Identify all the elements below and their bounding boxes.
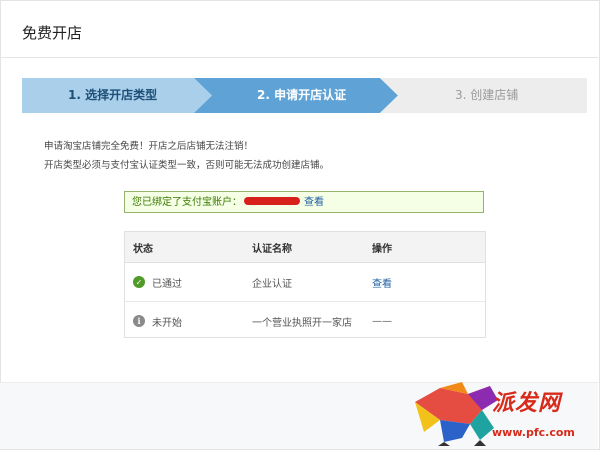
status-cell: ✓ 已通过	[133, 263, 182, 301]
verification-name: 一个营业执照开一家店	[252, 317, 352, 329]
step-1-label: 1. 选择开店类型	[68, 88, 158, 102]
header-action: 操作	[372, 243, 392, 255]
page-title: 免费开店	[22, 24, 83, 42]
watermark-url: www.pfc.com	[492, 426, 575, 439]
verification-table: 状态 认证名称 操作 ✓ 已通过 企业认证 查看 i 未开始 一个营业执照开一家…	[124, 231, 486, 338]
alipay-bound-text: 您已绑定了支付宝账户：	[132, 197, 242, 208]
step-3-label: 3. 创建店铺	[455, 88, 519, 102]
notice-text: 申请淘宝店铺完全免费！开店之后店铺无法注销！ 开店类型必须与支付宝认证类型一致，…	[44, 137, 329, 175]
step-progress: 1. 选择开店类型 2. 申请开店认证 3. 创建店铺	[22, 78, 587, 113]
redacted-account	[244, 197, 300, 205]
table-row: ✓ 已通过 企业认证 查看	[125, 263, 485, 301]
view-action-link[interactable]: 查看	[372, 263, 392, 301]
verification-name: 企业认证	[252, 278, 292, 290]
title-divider	[0, 57, 598, 58]
alipay-view-link[interactable]: 查看	[304, 197, 324, 208]
header-name: 认证名称	[252, 243, 292, 255]
notice-line-2: 开店类型必须与支付宝认证类型一致，否则可能无法成功创建店铺。	[44, 160, 330, 171]
status-cell: i 未开始	[133, 302, 182, 340]
table-header: 状态 认证名称 操作	[125, 232, 485, 263]
notice-line-1: 申请淘宝店铺完全免费！开店之后店铺无法注销！	[44, 141, 254, 152]
step-2-label: 2. 申请开店认证	[257, 88, 347, 102]
status-label: 已通过	[152, 278, 182, 290]
watermark-text: 派发网	[492, 390, 562, 416]
table-row: i 未开始 一个营业执照开一家店 ——	[125, 301, 485, 340]
check-circle-icon: ✓	[133, 276, 145, 288]
status-label: 未开始	[152, 317, 182, 329]
info-circle-icon: i	[133, 315, 145, 327]
alipay-bound-banner: 您已绑定了支付宝账户： 查看	[124, 191, 484, 213]
action-placeholder: ——	[372, 315, 392, 327]
header-status: 状态	[133, 243, 153, 255]
